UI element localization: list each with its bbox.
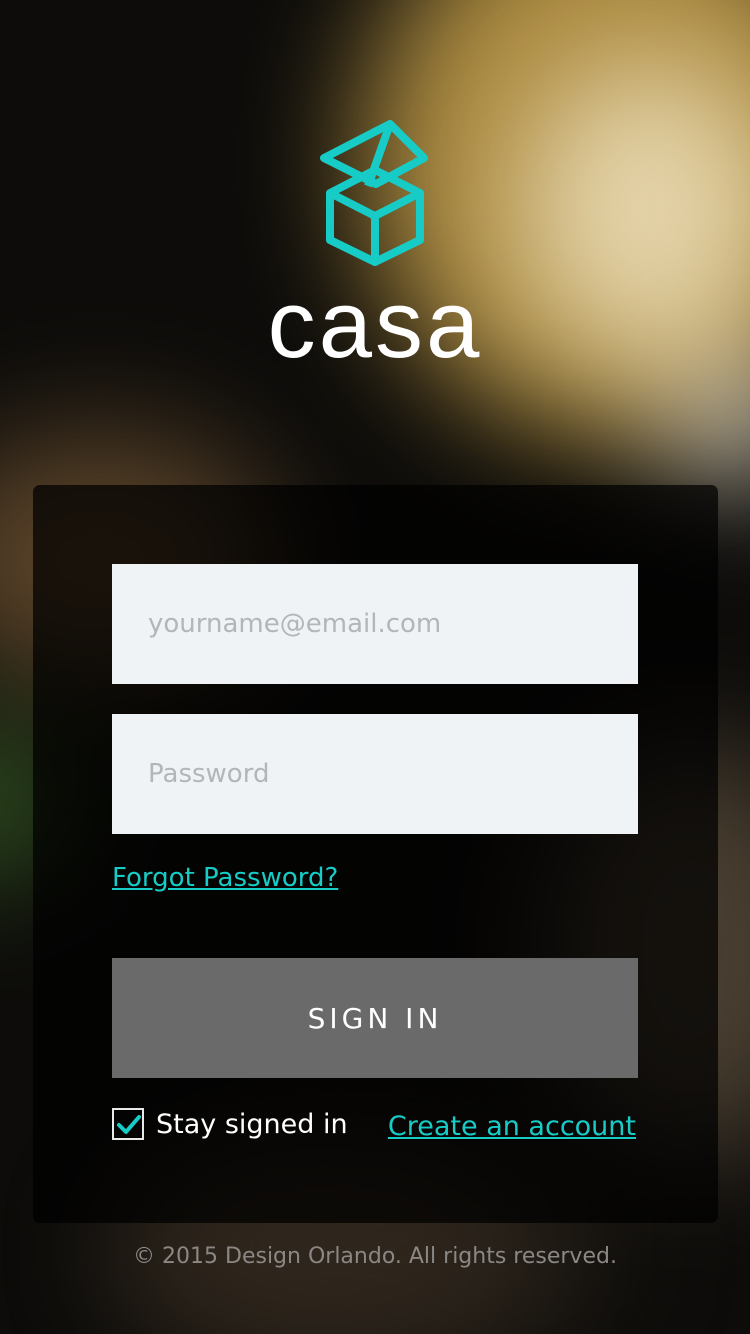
password-field[interactable]	[112, 714, 638, 834]
stay-signed-in[interactable]: Stay signed in	[112, 1108, 348, 1140]
stay-signed-in-checkbox[interactable]	[112, 1108, 144, 1140]
brand-logo	[0, 118, 750, 268]
copyright-footer: © 2015 Design Orlando. All rights reserv…	[133, 1244, 617, 1269]
open-box-icon	[320, 120, 428, 266]
brand-wordmark: casa	[267, 271, 483, 378]
email-field[interactable]	[112, 564, 638, 684]
checkmark-icon	[117, 1115, 141, 1134]
sign-in-button[interactable]: SIGN IN	[112, 958, 638, 1078]
login-card: Forgot Password? SIGN IN Stay signed in …	[33, 485, 718, 1223]
stay-signed-in-label: Stay signed in	[156, 1108, 348, 1140]
forgot-password-link[interactable]: Forgot Password?	[112, 863, 338, 893]
create-account-link[interactable]: Create an account	[388, 1111, 636, 1142]
